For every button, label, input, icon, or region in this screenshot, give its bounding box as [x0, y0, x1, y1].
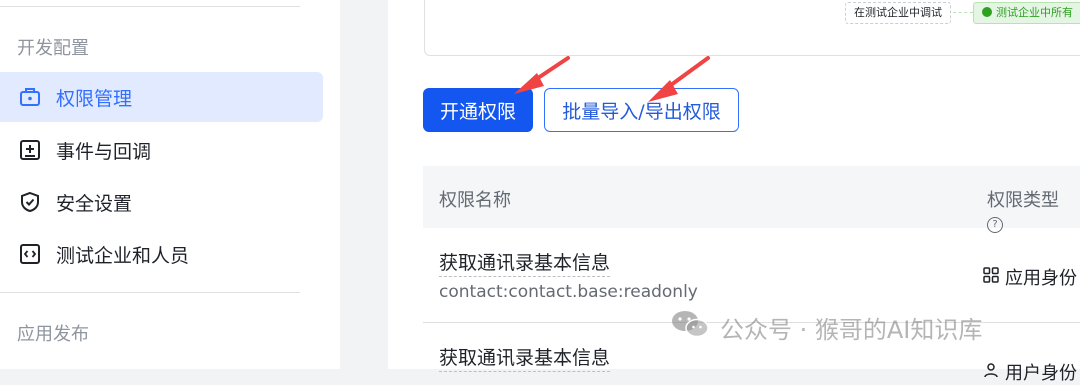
flow-step-debug: 在测试企业中调试 [845, 2, 951, 24]
sidebar-item-label: 测试企业和人员 [56, 244, 190, 267]
green-circle-icon [982, 7, 992, 17]
permission-type: 应用身份 [983, 264, 1077, 290]
wechat-icon [670, 308, 710, 346]
sidebar-item-label: 权限管理 [56, 87, 133, 110]
code-brackets-icon [18, 242, 42, 266]
permission-scope: contact:contact.base:readonly [439, 282, 698, 302]
permission-title[interactable]: 获取通讯录基本信息 [439, 343, 611, 372]
section-label-app-release: 应用发布 [17, 324, 89, 345]
sidebar: 开发配置 权限管理 事件与回调 安全设置 测试企业和人员 应用发布 [0, 0, 340, 369]
flow-step-tenant-label: 测试企业中所有 [996, 6, 1073, 19]
sidebar-item-test-tenant[interactable]: 测试企业和人员 [0, 229, 323, 279]
permission-type: 用户身份 [983, 359, 1077, 385]
shield-check-icon [18, 190, 42, 214]
sidebar-item-events[interactable]: 事件与回调 [0, 125, 323, 175]
sidebar-item-security[interactable]: 安全设置 [0, 177, 323, 227]
table-header: 权限名称 权限类型 ? [423, 166, 1080, 233]
event-plus-icon [18, 138, 42, 162]
permission-briefcase-icon [18, 85, 42, 109]
flow-panel: 在测试企业中调试 测试企业中所有 [424, 0, 1080, 56]
sidebar-divider [0, 292, 300, 293]
watermark-text: 公众号 · 猴哥的AI知识库 [720, 315, 983, 344]
enable-permissions-button[interactable]: 开通权限 [423, 88, 533, 132]
batch-import-export-button[interactable]: 批量导入/导出权限 [544, 88, 739, 132]
permission-title[interactable]: 获取通讯录基本信息 [439, 248, 611, 277]
column-header-type: 权限类型 ? [987, 186, 1080, 233]
permission-type-label: 应用身份 [1005, 268, 1077, 289]
sidebar-item-permissions[interactable]: 权限管理 [0, 72, 323, 122]
user-icon [983, 362, 999, 383]
sidebar-item-label: 事件与回调 [56, 140, 152, 163]
flow-connector [953, 12, 973, 13]
flow-step-tenant: 测试企业中所有 [973, 2, 1080, 24]
section-label-dev-config: 开发配置 [17, 38, 89, 59]
sidebar-divider [0, 6, 300, 7]
watermark: 公众号 · 猴哥的AI知识库 [670, 308, 982, 346]
grid-apps-icon [983, 266, 999, 288]
sidebar-item-label: 安全设置 [56, 192, 133, 215]
column-header-name: 权限名称 [439, 190, 511, 211]
permission-type-label: 用户身份 [1005, 363, 1077, 384]
